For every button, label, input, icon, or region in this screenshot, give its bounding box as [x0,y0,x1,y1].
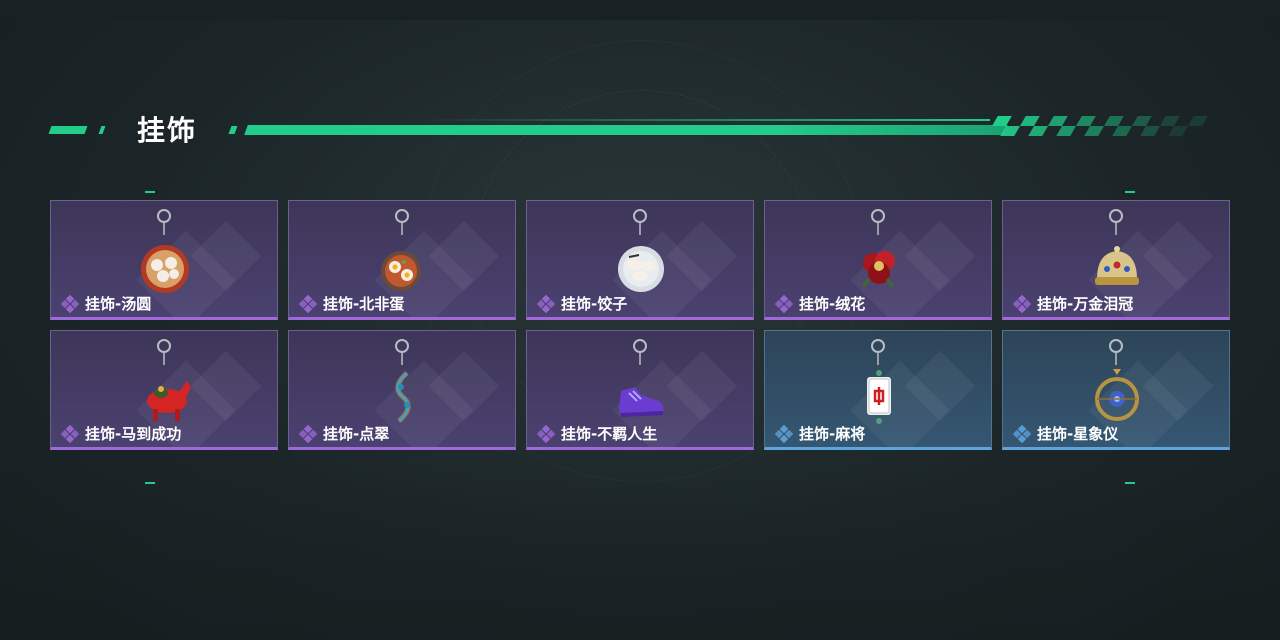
pendant-card[interactable]: 挂饰-星象仪 [1002,330,1230,450]
section-title: 挂饰 [137,114,198,147]
header-accent-segment [228,126,238,134]
corner-marker [145,482,155,484]
background-vignette [0,470,1280,640]
rarity-diamond-icon [299,424,317,443]
chain-icon [163,223,165,235]
rarity-diamond-icon [299,294,317,313]
pendant-name: 挂饰-北非蛋 [323,295,405,313]
keyring-icon [1109,339,1123,353]
chain-icon [1115,353,1117,365]
chain-icon [877,353,879,365]
corner-marker [1125,482,1135,484]
keyring-icon [157,209,171,223]
pendant-name: 挂饰-麻将 [799,425,866,443]
velvet-flower-icon [847,235,911,299]
pendant-name: 挂饰-马到成功 [85,425,182,443]
header-accent-line [420,119,990,121]
rarity-diamond-icon [61,294,79,313]
pendant-label: 挂饰-汤圆 [61,293,151,314]
chain-icon [163,353,165,365]
corner-marker [1125,191,1135,193]
pendant-label: 挂饰-北非蛋 [299,293,404,314]
chain-icon [877,223,879,235]
pendant-label: 挂饰-饺子 [537,293,627,314]
chain-icon [639,353,641,365]
pendant-card[interactable]: 挂饰-饺子 [526,200,754,320]
keyring-icon [871,209,885,223]
keyring-icon [395,209,409,223]
keyring-icon [1109,209,1123,223]
pendant-card[interactable]: 挂饰-马到成功 [50,330,278,450]
pendant-card[interactable]: 挂饰-万金泪冠 [1002,200,1230,320]
pendant-name: 挂饰-万金泪冠 [1037,295,1134,313]
keyring-icon [633,339,647,353]
astrolabe-icon [1085,365,1149,429]
mahjong-tile-icon [847,365,911,429]
header-accent-bar [244,125,1008,135]
tangyuan-bowl-icon [133,235,197,299]
pendant-card[interactable]: 挂饰-不羁人生 [526,330,754,450]
pendant-label: 挂饰-星象仪 [1013,423,1118,444]
rarity-diamond-icon [537,294,555,313]
keyring-icon [157,339,171,353]
chain-icon [401,353,403,365]
keyring-icon [633,209,647,223]
pendant-label: 挂饰-不羁人生 [537,423,657,444]
sneaker-icon [609,365,673,429]
pendant-grid: 挂饰-汤圆 挂饰-北非蛋 挂饰-饺子 挂饰-绒花 挂饰-万金泪冠 挂饰-马到成功… [50,200,1230,450]
keyring-icon [395,339,409,353]
pendant-name: 挂饰-星象仪 [1037,425,1119,443]
pendant-label: 挂饰-万金泪冠 [1013,293,1133,314]
rarity-diamond-icon [537,424,555,443]
keyring-icon [871,339,885,353]
section-header: 挂饰 [0,105,1280,155]
header-accent-segment [98,126,106,134]
pendant-name: 挂饰-饺子 [561,295,628,313]
top-bar [0,0,1280,20]
rarity-diamond-icon [775,424,793,443]
rarity-diamond-icon [1013,294,1031,313]
dumpling-plate-icon [609,235,673,299]
header-checker-pattern [986,116,1208,136]
chain-icon [401,223,403,235]
pendant-name: 挂饰-汤圆 [85,295,152,313]
pendant-label: 挂饰-马到成功 [61,423,181,444]
rarity-diamond-icon [1013,424,1031,443]
jeweled-crown-icon [1085,235,1149,299]
pendant-card[interactable]: 挂饰-点翠 [288,330,516,450]
pendant-card[interactable]: 挂饰-麻将 [764,330,992,450]
pendant-card[interactable]: 挂饰-绒花 [764,200,992,320]
pendant-label: 挂饰-绒花 [775,293,865,314]
pendant-name: 挂饰-绒花 [799,295,866,313]
pendant-name: 挂饰-点翠 [323,425,390,443]
pendant-card[interactable]: 挂饰-北非蛋 [288,200,516,320]
corner-marker [145,191,155,193]
header-accent-segment [48,126,88,134]
rarity-diamond-icon [775,294,793,313]
red-horse-icon [133,365,197,429]
pendant-name: 挂饰-不羁人生 [561,425,658,443]
kingfisher-hairpin-icon [371,365,435,429]
pendant-label: 挂饰-点翠 [299,423,389,444]
shakshuka-pan-icon [371,235,435,299]
pendant-card[interactable]: 挂饰-汤圆 [50,200,278,320]
chain-icon [639,223,641,235]
chain-icon [1115,223,1117,235]
rarity-diamond-icon [61,424,79,443]
pendant-label: 挂饰-麻将 [775,423,865,444]
